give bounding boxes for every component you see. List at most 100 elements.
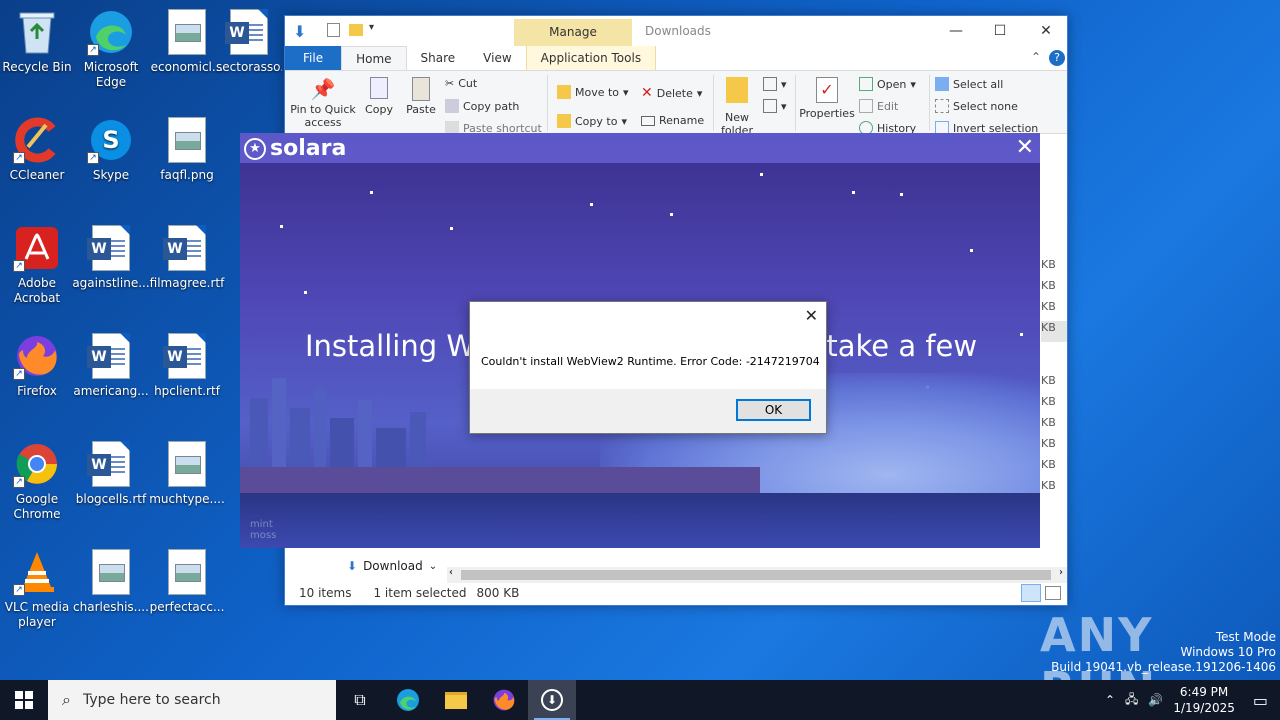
edge-icon	[397, 689, 419, 711]
dialog-footer: OK	[470, 389, 826, 433]
tab-file[interactable]: File	[285, 46, 342, 70]
start-button[interactable]	[0, 680, 48, 720]
select-all-button[interactable]: Select all	[935, 77, 1003, 91]
copy-path-icon	[445, 99, 459, 113]
task-view-button[interactable]: ⧉	[336, 680, 384, 720]
properties-icon: ✓	[799, 77, 855, 107]
select-none-button[interactable]: Select none	[935, 99, 1018, 113]
shortcut-arrow-icon: ↗	[13, 368, 25, 380]
solara-close-button[interactable]: ✕	[1016, 135, 1034, 160]
firefox-icon: ↗	[13, 332, 61, 380]
new-folder-quick-icon[interactable]	[349, 24, 363, 36]
desktop-icon-file[interactable]: W hpclient.rtf	[144, 332, 230, 399]
properties-button[interactable]: ✓ Properties	[799, 77, 855, 120]
properties-quick-icon[interactable]	[327, 23, 340, 37]
ok-button[interactable]: OK	[736, 399, 811, 421]
maximize-button[interactable]: ☐	[977, 19, 1023, 43]
delete-button[interactable]: ✕ Delete ▾	[641, 85, 702, 101]
scrollbar-thumb[interactable]	[461, 570, 1051, 580]
desktop-icon-file[interactable]: perfectacc...	[144, 548, 230, 615]
explorer-titlebar: ⬇ ▾ Manage Downloads — ☐ ✕	[285, 16, 1067, 46]
clock[interactable]: 6:49 PM 1/19/2025	[1173, 684, 1235, 716]
show-hidden-icons-icon[interactable]: ⌃	[1105, 693, 1115, 707]
selection-count: 1 item selected	[373, 586, 467, 600]
open-icon	[859, 77, 873, 91]
image-file-icon	[163, 548, 211, 596]
copy-button[interactable]: Copy	[359, 77, 399, 116]
folder-icon	[445, 691, 467, 709]
close-button[interactable]: ✕	[1023, 19, 1069, 43]
desktop-icon-file[interactable]: muchtype....	[144, 440, 230, 507]
download-arrow-icon: ⬇	[347, 559, 358, 573]
download-arrow-icon: ⬇	[293, 22, 307, 41]
tab-application-tools[interactable]: Application Tools	[525, 46, 657, 70]
tab-view[interactable]: View	[469, 46, 525, 70]
customize-quick-access-icon[interactable]: ▾	[369, 22, 374, 33]
copy-icon	[359, 77, 399, 103]
network-icon[interactable]: 🖧	[1125, 690, 1138, 711]
scissors-icon: ✂	[445, 77, 455, 90]
volume-icon[interactable]: 🔊	[1148, 693, 1163, 707]
desktop-icon-file[interactable]: faqfl.png	[144, 116, 230, 183]
selection-size: 800 KB	[476, 586, 520, 600]
scroll-right-icon[interactable]: ›	[1059, 567, 1063, 578]
city-skyline-art	[250, 378, 426, 478]
dialog-close-button[interactable]: ✕	[805, 306, 818, 325]
help-icon[interactable]: ?	[1049, 50, 1065, 66]
desktop-icon-file[interactable]: W sectorasso...	[216, 8, 282, 75]
collapse-ribbon-icon[interactable]: ⌃	[1031, 50, 1041, 64]
chevron-down-icon: ▾	[781, 99, 787, 113]
taskbar-solara[interactable]: ⬇	[528, 680, 576, 720]
tab-home[interactable]: Home	[341, 46, 407, 70]
copy-to-button[interactable]: Copy to ▾	[557, 114, 627, 128]
taskbar-firefox[interactable]	[480, 680, 528, 720]
file-size-column: KB KB KB KB KB KB KB KB KB KB	[1041, 258, 1067, 500]
desktop-icon-file[interactable]: W blogcells.rtf	[68, 440, 154, 507]
shortcut-arrow-icon: ↗	[13, 260, 25, 272]
cut-button[interactable]: ✂ Cut	[445, 77, 477, 90]
taskbar-search-box[interactable]: ⌕ Type here to search	[48, 680, 336, 720]
easy-access-icon	[763, 99, 777, 113]
size-cell: KB	[1041, 437, 1056, 450]
minimize-button[interactable]: —	[933, 19, 979, 43]
scroll-left-icon[interactable]: ‹	[449, 567, 453, 578]
chevron-down-icon: ▾	[781, 77, 787, 91]
move-to-button[interactable]: Move to ▾	[557, 85, 629, 99]
easy-access-button[interactable]: ▾	[763, 99, 787, 113]
desktop-icon-edge[interactable]: ↗ Microsoft Edge	[68, 8, 154, 90]
manage-tab[interactable]: Manage	[514, 19, 632, 46]
word-file-icon: W	[87, 332, 135, 380]
solara-titlebar: ★ solara ✕	[240, 133, 1040, 163]
taskbar-edge[interactable]	[384, 680, 432, 720]
rename-button[interactable]: Rename	[641, 114, 704, 127]
rename-icon	[641, 115, 655, 126]
svg-text:S: S	[102, 126, 119, 154]
open-button[interactable]: Open ▾	[859, 77, 916, 91]
image-file-icon	[163, 8, 211, 56]
edit-button[interactable]: Edit	[859, 99, 898, 113]
chrome-icon: ↗	[13, 440, 61, 488]
desktop-icon-skype[interactable]: S ↗ Skype	[68, 116, 154, 183]
new-folder-button[interactable]: New folder	[717, 77, 757, 133]
word-file-icon: W	[163, 332, 211, 380]
tab-share[interactable]: Share	[407, 46, 470, 70]
desktop-icon-file[interactable]: charleshis....	[68, 548, 154, 615]
notifications-icon[interactable]: ▭	[1253, 691, 1268, 710]
large-icons-view-icon[interactable]	[1045, 586, 1061, 600]
desktop-icon-file[interactable]: W againstline...	[68, 224, 154, 291]
details-view-icon[interactable]	[1021, 584, 1041, 602]
chevron-down-icon: ⌄	[428, 560, 438, 572]
ribbon-separator	[713, 75, 714, 131]
taskbar-file-explorer[interactable]	[432, 680, 480, 720]
windows-logo-icon	[15, 691, 33, 709]
pin-quick-access-button[interactable]: 📌 Pin to Quick access	[289, 77, 357, 129]
new-item-button[interactable]: ▾	[763, 77, 787, 91]
desktop-icon-file[interactable]: W filmagree.rtf	[144, 224, 230, 291]
copy-path-button[interactable]: Copy path	[445, 99, 519, 113]
shortcut-arrow-icon: ↗	[13, 152, 25, 164]
paste-button[interactable]: Paste	[401, 77, 441, 116]
desktop-icon-file[interactable]: W americang...	[68, 332, 154, 399]
shortcut-arrow-icon: ↗	[87, 152, 99, 164]
new-folder-icon	[717, 77, 757, 111]
nav-pane-item-downloads[interactable]: ⬇ Download ⌄	[347, 559, 437, 573]
